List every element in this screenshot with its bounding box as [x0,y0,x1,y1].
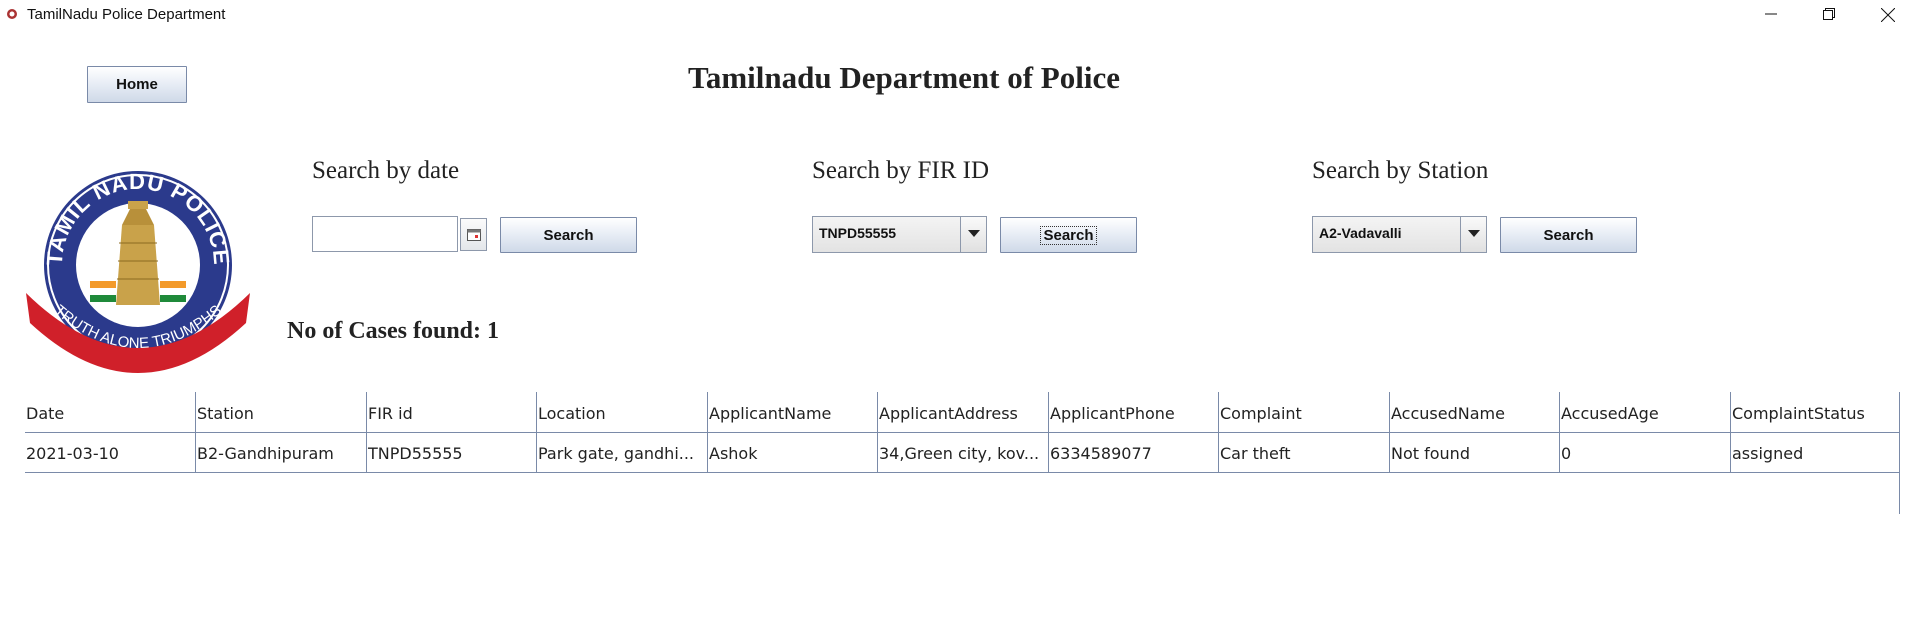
column-header-accused-name[interactable]: AccusedName [1389,392,1559,432]
table-cell[interactable]: B2-Gandhipuram [195,432,366,472]
table-cell[interactable]: 34,Green city, kov... [877,432,1048,472]
search-fir-button-label: Search [1040,225,1097,245]
window-title: TamilNadu Police Department [27,6,226,23]
search-station-button-label: Search [1543,226,1594,244]
calendar-icon [467,229,481,241]
restore-icon [1823,8,1835,20]
search-date-button-label: Search [543,226,594,244]
column-header-accused-age[interactable]: AccusedAge [1559,392,1730,432]
table-cell[interactable]: 0 [1559,432,1730,472]
cases-found-count: No of Cases found: 1 [287,318,500,344]
app-icon [7,9,17,19]
chevron-down-icon[interactable] [960,217,986,252]
table-cell[interactable]: 2021-03-10 [25,432,195,472]
column-header-applicant-phone[interactable]: ApplicantPhone [1048,392,1218,432]
minimize-icon [1765,13,1777,15]
restore-button[interactable] [1800,0,1858,30]
table-right-border [1899,392,1900,514]
home-button-label: Home [116,76,158,93]
search-date-button[interactable]: Search [500,217,637,253]
column-header-applicant-name[interactable]: ApplicantName [707,392,877,432]
page-title: Tamilnadu Department of Police [688,60,1120,95]
table-cell[interactable]: 6334589077 [1048,432,1218,472]
column-header-applicant-address[interactable]: ApplicantAddress [877,392,1048,432]
table-cell[interactable]: assigned [1730,432,1900,472]
station-select-value: A2-Vadavalli [1319,225,1402,241]
column-header-complaint[interactable]: Complaint [1218,392,1389,432]
home-button[interactable]: Home [87,66,187,103]
table-cell[interactable]: Park gate, gandhi... [536,432,707,472]
table-cell[interactable]: Not found [1389,432,1559,472]
search-station-label: Search by Station [1312,157,1489,184]
station-select[interactable]: A2-Vadavalli [1312,216,1487,253]
close-button[interactable] [1858,0,1916,30]
fir-id-select-value: TNPD55555 [819,225,897,241]
window-titlebar: TamilNadu Police Department [0,0,1920,30]
table-cell[interactable]: Ashok [707,432,877,472]
column-header-fir-id[interactable]: FIR id [366,392,536,432]
column-header-station[interactable]: Station [195,392,366,432]
fir-id-select[interactable]: TNPD55555 [812,216,987,253]
calendar-button[interactable] [460,218,487,251]
minimize-button[interactable] [1742,0,1800,30]
column-header-complaint-status[interactable]: ComplaintStatus [1730,392,1900,432]
table-row[interactable]: 2021-03-10 B2-Gandhipuram TNPD55555 Park… [25,432,1900,473]
search-date-label: Search by date [312,157,460,184]
police-logo: TAMIL NADU POLICE TRUTH ALONE TRIUMPHS [26,169,250,373]
table-cell[interactable]: TNPD55555 [366,432,536,472]
table-cell[interactable]: Car theft [1218,432,1389,472]
search-fir-button[interactable]: Search [1000,217,1137,253]
close-icon [1881,8,1895,22]
column-header-location[interactable]: Location [536,392,707,432]
search-fir-label: Search by FIR ID [812,157,990,184]
chevron-down-icon[interactable] [1460,217,1486,252]
column-header-date[interactable]: Date [25,392,195,432]
search-station-button[interactable]: Search [1500,217,1637,253]
date-input[interactable] [312,216,458,252]
table-header: Date Station FIR id Location ApplicantNa… [25,392,1900,433]
